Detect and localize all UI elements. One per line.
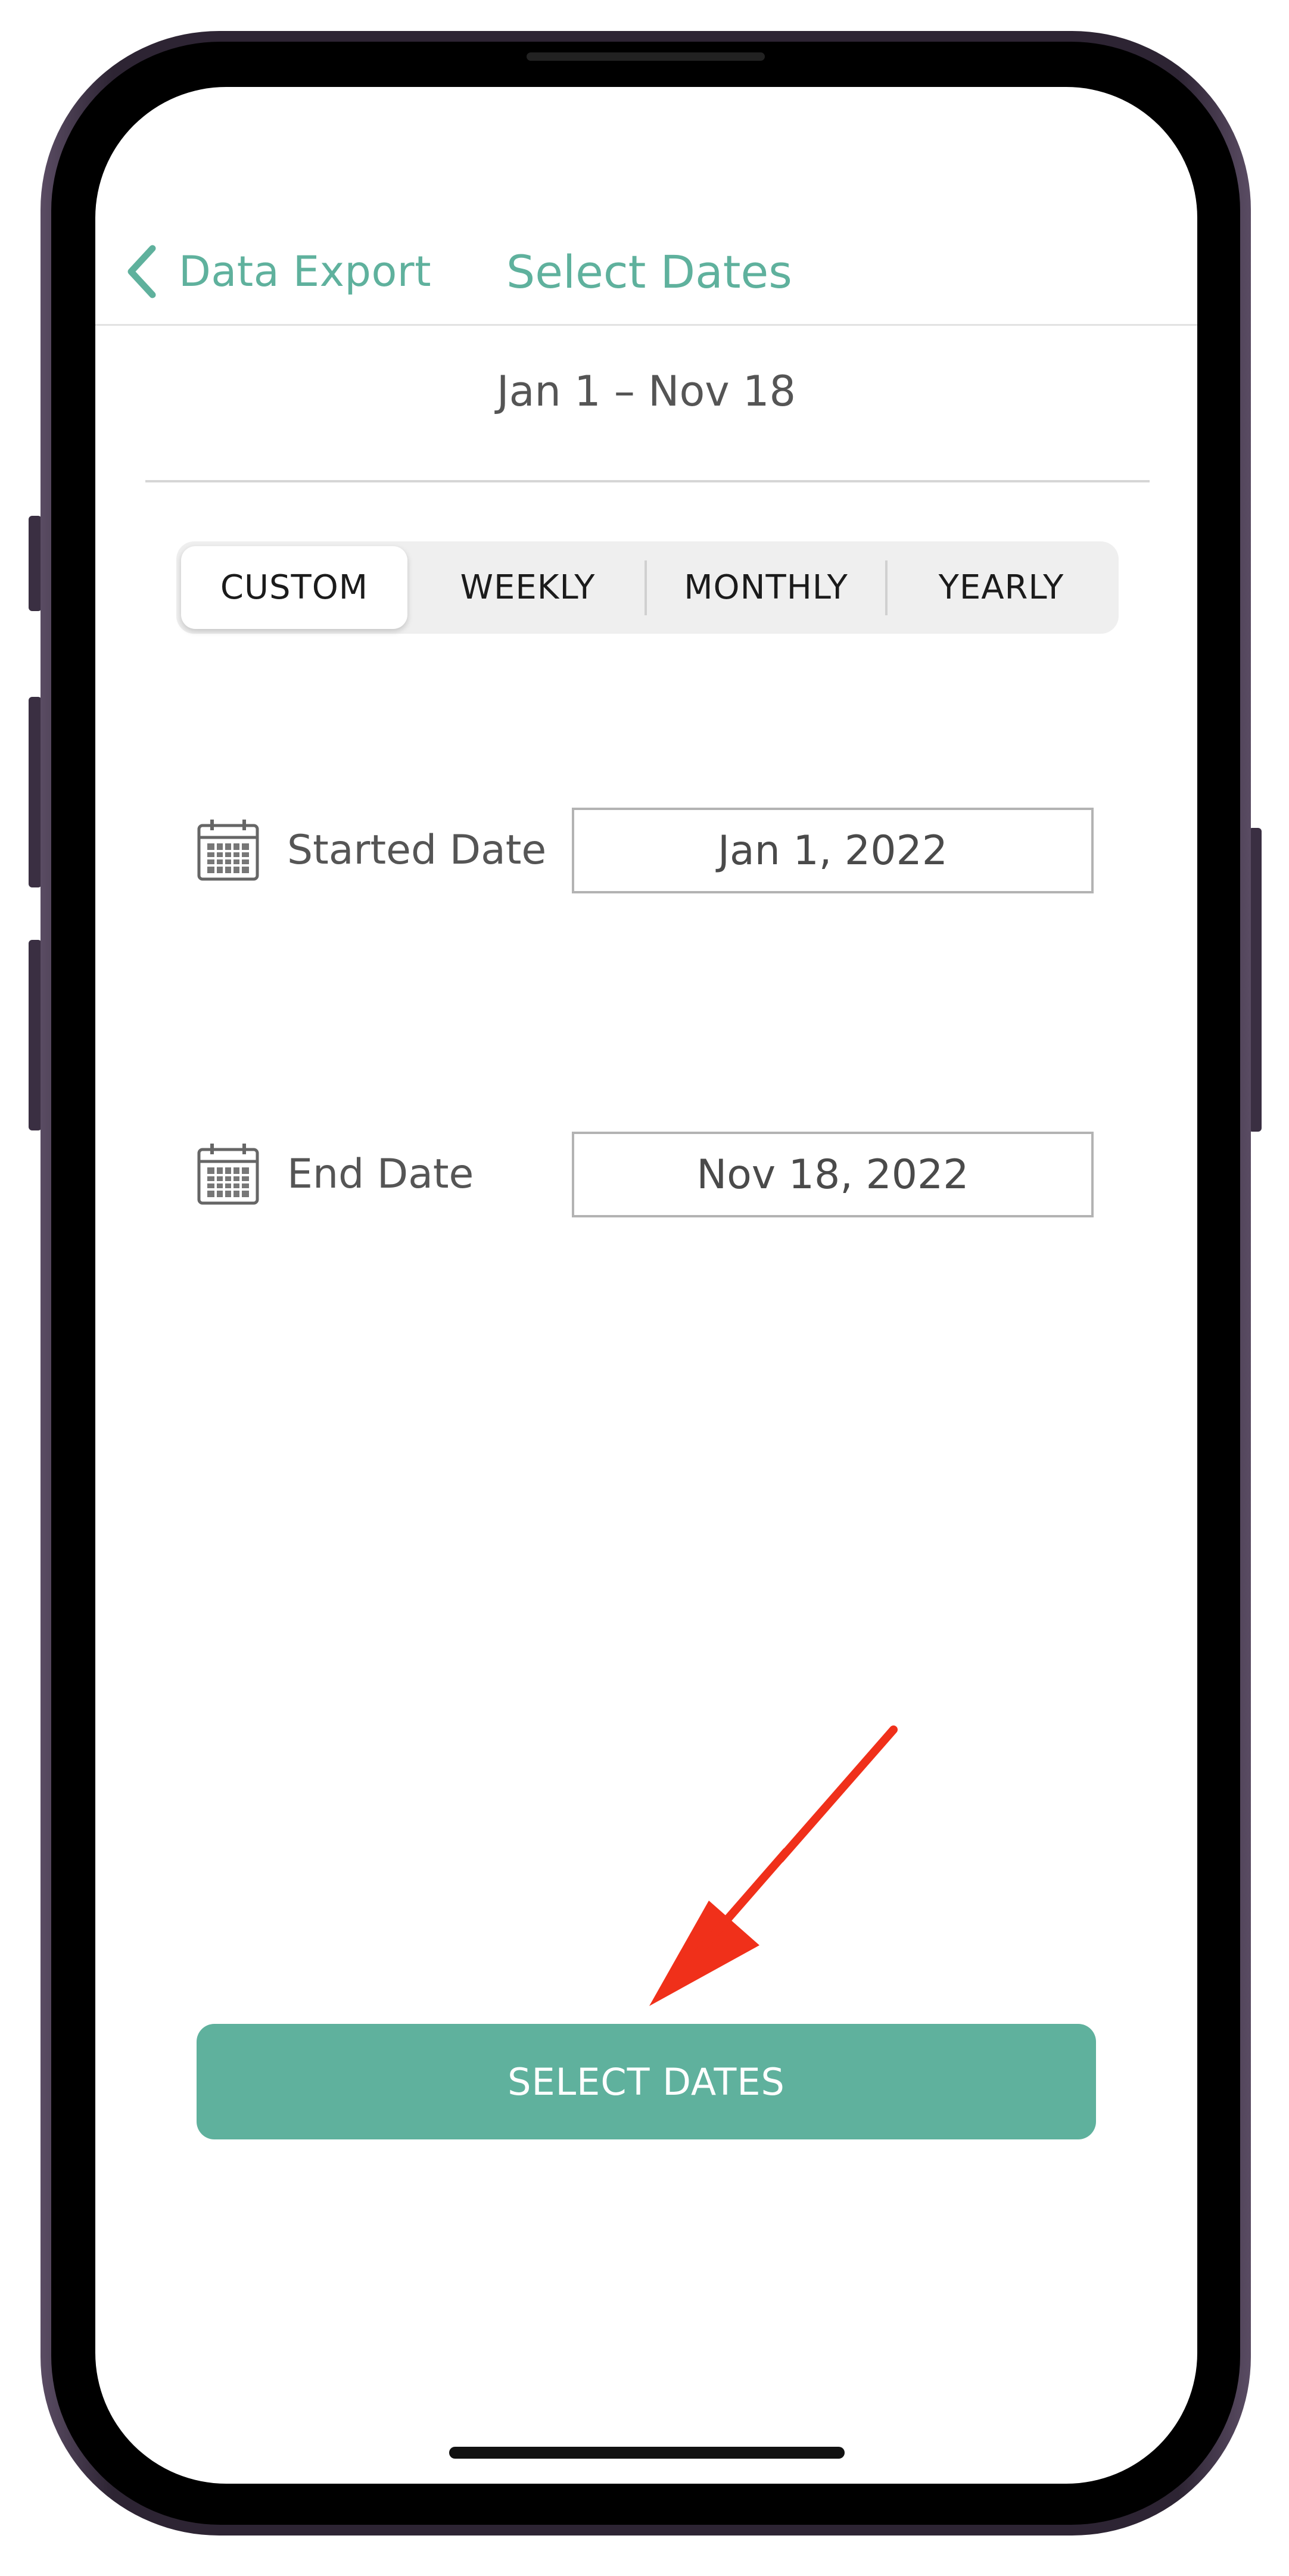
calendar-icon [197, 820, 259, 881]
end-date-field[interactable]: Nov 18, 2022 [572, 1132, 1094, 1217]
date-range-summary: Jan 1 – Nov 18 [496, 367, 796, 416]
segment-separator [644, 560, 647, 615]
segment-weekly[interactable]: WEEKLY [412, 546, 643, 629]
nav-divider [95, 324, 1197, 326]
range-divider [145, 480, 1150, 482]
page-title: Select Dates [506, 245, 792, 298]
select-dates-button[interactable]: SELECT DATES [197, 2024, 1096, 2139]
back-button-label: Data Export [179, 247, 432, 296]
segment-custom[interactable]: CUSTOM [181, 546, 407, 629]
speaker-grille [527, 52, 765, 61]
calendar-icon [197, 1144, 259, 1205]
segment-yearly[interactable]: YEARLY [889, 546, 1114, 629]
back-button[interactable]: Data Export [125, 239, 431, 304]
end-date-label: End Date [287, 1150, 474, 1198]
screen: Data Export Select Dates Jan 1 – Nov 18 … [95, 87, 1197, 2484]
period-segmented-control: CUSTOM WEEKLY MONTHLY YEARLY [176, 541, 1119, 634]
segment-monthly[interactable]: MONTHLY [648, 546, 884, 629]
volume-down-button [29, 940, 42, 1130]
segment-separator [885, 560, 888, 615]
action-button [29, 516, 42, 611]
start-date-label: Started Date [287, 826, 547, 874]
home-indicator[interactable] [449, 2447, 845, 2459]
start-date-field[interactable]: Jan 1, 2022 [572, 808, 1094, 893]
chevron-left-icon [127, 245, 156, 298]
volume-up-button [29, 697, 42, 887]
